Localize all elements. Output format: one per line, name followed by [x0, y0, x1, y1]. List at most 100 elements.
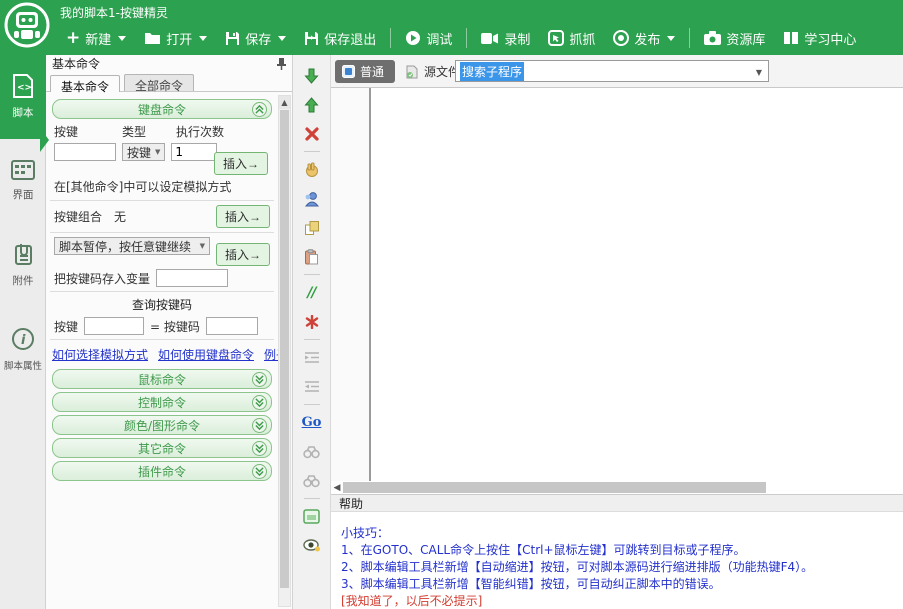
new-button[interactable]: + 新建 [58, 26, 134, 51]
section-mouse-commands[interactable]: 鼠标命令 [52, 369, 272, 389]
sidebar-item-label: 界面 [13, 186, 34, 201]
delete-x-icon[interactable] [301, 123, 323, 144]
resources-button[interactable]: 资源库 [696, 26, 773, 51]
book-icon [783, 31, 799, 45]
section-other-commands[interactable]: 其它命令 [52, 438, 272, 458]
outdent-icon[interactable] [301, 376, 323, 397]
window-title: 我的脚本1-按键精灵 [60, 4, 168, 21]
tip-line: 2、脚本编辑工具栏新增【自动缩进】按钮，可对脚本源码进行缩进排版（功能热键F4）… [341, 559, 903, 576]
copy-icon[interactable] [301, 217, 323, 238]
video-camera-icon [481, 32, 499, 45]
panel-title: 基本命令 [52, 55, 100, 72]
insert-combo-button[interactable]: 插入→ [216, 205, 270, 228]
grab-button[interactable]: 抓抓 [540, 26, 603, 51]
tab-basic-commands[interactable]: 基本命令 [50, 75, 120, 92]
eye-preview-icon[interactable] [301, 535, 323, 556]
sidebar-item-script[interactable]: <> 脚本 [0, 55, 46, 139]
title-bar: 我的脚本1-按键精灵 + 新建 打开 保存 保存退出 调试 录制 [0, 0, 903, 55]
expand-icon[interactable] [252, 441, 267, 456]
svg-text:<>: <> [17, 83, 32, 93]
camera-icon [704, 31, 721, 45]
help-panel-body: 小技巧： 1、在GOTO、CALL命令上按住【Ctrl+鼠标左键】可跳转到目标或… [331, 512, 903, 609]
query-code-label: = 按键码 [150, 318, 200, 335]
sidebar-item-label: 脚本 [13, 104, 34, 119]
help-panel-header[interactable]: 帮助 [331, 494, 903, 512]
section-color-graphic-commands[interactable]: 颜色/图形命令 [52, 415, 272, 435]
chevron-down-icon [199, 36, 207, 41]
mode-source-button[interactable]: 源文件 [405, 63, 460, 80]
find-next-binoculars-icon[interactable] [301, 470, 323, 491]
scrollbar-thumb[interactable] [280, 110, 289, 588]
scroll-up-icon[interactable]: ▲ [279, 96, 290, 109]
store-keycode-label: 把按键码存入变量 [54, 270, 150, 287]
active-sidebar-pointer [40, 128, 49, 152]
hand-drag-icon[interactable] [301, 159, 323, 180]
query-key-input[interactable] [84, 317, 144, 335]
expand-icon[interactable] [252, 372, 267, 387]
insert-above-arrow-icon[interactable] [301, 94, 323, 115]
key-combo-label: 按键组合 [54, 208, 102, 225]
publish-button[interactable]: 发布 [605, 26, 683, 51]
toolbar-separator [390, 28, 391, 48]
normal-mode-icon [342, 65, 355, 78]
chevron-down-icon [278, 36, 286, 41]
uncomment-icon[interactable] [301, 311, 323, 332]
publish-icon [613, 30, 629, 46]
dismiss-tips-link[interactable]: [我知道了，以后不必提示] [341, 593, 903, 609]
pause-mode-select[interactable]: 脚本暂停，按任意键继续▼ [54, 237, 210, 255]
query-key-label: 按键 [54, 318, 78, 335]
script-document-icon: <> [12, 74, 34, 98]
open-button[interactable]: 打开 [136, 26, 215, 51]
tab-all-commands[interactable]: 全部命令 [124, 74, 194, 91]
find-binoculars-icon[interactable] [301, 441, 323, 462]
sidebar-item-label: 脚本属性 [4, 357, 42, 371]
indent-icon[interactable] [301, 347, 323, 368]
debug-button[interactable]: 调试 [397, 26, 460, 51]
save-exit-button[interactable]: 保存退出 [296, 26, 384, 51]
record-button[interactable]: 录制 [473, 26, 538, 51]
link-how-choose-simulation[interactable]: 如何选择模拟方式 [52, 346, 148, 363]
expand-icon[interactable] [252, 418, 267, 433]
save-button[interactable]: 保存 [217, 26, 294, 51]
link-how-use-keyboard[interactable]: 如何使用键盘命令 [158, 346, 254, 363]
floppy-icon [225, 31, 240, 46]
insert-below-arrow-icon[interactable] [301, 65, 323, 86]
expand-icon[interactable] [252, 464, 267, 479]
paperclip-document-icon [12, 242, 34, 266]
insert-pause-button[interactable]: 插入→ [216, 243, 270, 266]
user-comment-icon[interactable] [301, 188, 323, 209]
code-editor[interactable] [331, 88, 903, 481]
goto-icon[interactable]: Go [301, 412, 323, 433]
panel-tabs: 基本命令 全部命令 [46, 72, 292, 92]
paste-icon[interactable] [301, 246, 323, 267]
sidebar-item-label: 附件 [13, 272, 34, 287]
type-label: 类型 [122, 123, 176, 140]
key-combo-value[interactable]: 无 [114, 208, 126, 225]
horizontal-scrollbar[interactable]: ◀ [331, 481, 903, 494]
floppy-exit-icon [304, 31, 319, 46]
screenshot-panel-icon[interactable] [301, 506, 323, 527]
combobox-selected-text: 搜索子程序 [460, 62, 524, 81]
learning-center-button[interactable]: 学习中心 [775, 26, 864, 51]
mode-normal-button[interactable]: 普通 [335, 60, 395, 83]
scroll-left-icon[interactable]: ◀ [331, 483, 343, 493]
section-keyboard-commands[interactable]: 键盘命令 [52, 99, 272, 119]
query-code-input[interactable] [206, 317, 258, 335]
comment-icon[interactable]: // [301, 282, 323, 303]
store-keycode-input[interactable] [156, 269, 228, 287]
subroutine-combobox[interactable]: 搜索子程序 ▼ [455, 60, 769, 82]
insert-key-button[interactable]: 插入→ [214, 152, 268, 175]
chevron-down-icon: ▼ [200, 242, 205, 250]
panel-scrollbar[interactable]: ▲ [278, 95, 291, 607]
section-plugin-commands[interactable]: 插件命令 [52, 461, 272, 481]
section-control-commands[interactable]: 控制命令 [52, 392, 272, 412]
collapse-icon[interactable] [252, 102, 267, 117]
scrollbar-thumb[interactable] [343, 482, 766, 493]
query-keycode-title: 查询按键码 [50, 296, 274, 313]
count-label: 执行次数 [176, 123, 224, 140]
expand-icon[interactable] [252, 395, 267, 410]
pin-icon[interactable] [277, 58, 286, 70]
sidebar-item-attachment[interactable]: 附件 [0, 223, 46, 307]
sidebar-item-properties[interactable]: i 脚本属性 [0, 307, 46, 391]
source-file-icon [405, 65, 419, 79]
